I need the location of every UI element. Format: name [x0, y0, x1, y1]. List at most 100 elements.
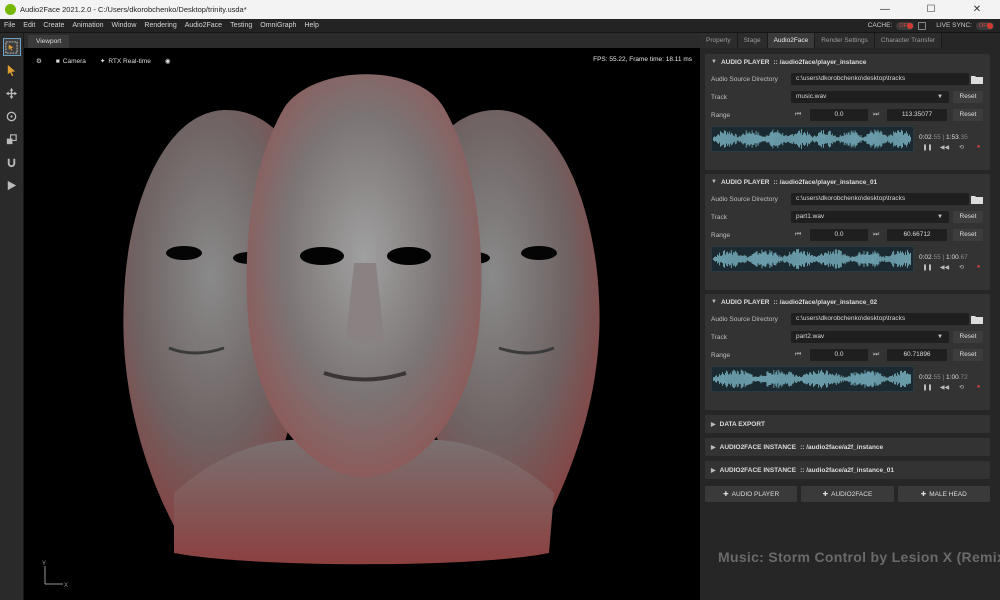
tool-move[interactable] [3, 84, 21, 102]
folder-icon[interactable] [971, 315, 983, 324]
source-dir-field[interactable]: c:\users\dkorobchenko\desktop\tracks [791, 73, 969, 85]
range-label: Range [711, 111, 731, 119]
time-readout: 0:02.55 | 1:00.67 [919, 254, 968, 261]
range-start-field[interactable]: 0.0 [810, 229, 868, 241]
folder-icon[interactable] [971, 75, 983, 84]
fps-readout: FPS: 55.22, Frame time: 18.11 ms [593, 56, 692, 63]
range-end-field[interactable]: 113.35077 [887, 109, 947, 121]
menu-audio2face[interactable]: Audio2Face [181, 22, 226, 29]
add-audio2face-button[interactable]: ✚ AUDIO2FACE [801, 486, 894, 502]
menu-window[interactable]: Window [108, 22, 141, 29]
tab-character-transfer[interactable]: Character Transfer [874, 33, 943, 48]
tab-render-settings[interactable]: Render Settings [815, 33, 875, 48]
range-end-field[interactable]: 60.71896 [887, 349, 947, 361]
track-select[interactable]: music.wav ▼ [791, 91, 949, 103]
range-reset-button[interactable]: Reset [953, 109, 983, 121]
rewind-button[interactable]: ◀◀ [936, 382, 953, 392]
range-start-icon[interactable]: ⏮ [795, 111, 801, 119]
rewind-button[interactable]: ◀◀ [936, 262, 953, 272]
camera-button[interactable]: ■ Camera [52, 55, 90, 67]
music-credit: Music: Storm Control by Lesion X (Remix) [718, 549, 1000, 565]
magnet-icon [7, 158, 16, 167]
range-reset-button[interactable]: Reset [953, 229, 983, 241]
track-reset-button[interactable]: Reset [953, 91, 983, 103]
minimize-button[interactable]: — [862, 0, 908, 19]
track-select[interactable]: part2.wav ▼ [791, 331, 949, 343]
axis-x-label: X [64, 583, 68, 589]
render-mode-label: RTX Real-time [108, 57, 151, 65]
loop-button[interactable]: ⟲ [953, 142, 970, 152]
play-icon [7, 180, 17, 190]
audio-player-header[interactable]: ▼ AUDIO PLAYER :: /audio2face/player_ins… [705, 174, 990, 190]
track-select[interactable]: part1.wav ▼ [791, 211, 949, 223]
live-sync-toggle[interactable]: OFF [976, 21, 994, 30]
add-male-head-button[interactable]: ✚ MALE HEAD [897, 486, 990, 502]
range-start-field[interactable]: 0.0 [810, 109, 868, 121]
close-button[interactable]: ✕ [954, 0, 1000, 19]
tab-viewport[interactable]: Viewport [28, 35, 70, 48]
menu-edit[interactable]: Edit [19, 22, 39, 29]
audio-player-section: ▼ AUDIO PLAYER :: /audio2face/player_ins… [705, 294, 990, 410]
record-button[interactable]: ● [970, 262, 987, 272]
tool-rotate[interactable] [3, 107, 21, 125]
track-reset-button[interactable]: Reset [953, 331, 983, 343]
a2f-instance-01-header[interactable]: ▶ AUDIO2FACE INSTANCE :: /audio2face/a2f… [705, 461, 990, 479]
tool-select[interactable] [3, 61, 21, 79]
range-end-icon[interactable]: ⏭ [873, 231, 879, 239]
audio-player-header[interactable]: ▼ AUDIO PLAYER :: /audio2face/player_ins… [705, 294, 990, 310]
tool-play[interactable] [3, 176, 21, 194]
tool-select-mode[interactable] [2, 38, 21, 56]
record-button[interactable]: ● [970, 382, 987, 392]
menu-testing[interactable]: Testing [226, 22, 256, 29]
pause-button[interactable]: ❚❚ [919, 142, 936, 152]
dropdown-caret-icon: ▼ [937, 94, 943, 100]
range-end-field[interactable]: 60.66712 [887, 229, 947, 241]
maximize-button[interactable]: ☐ [908, 0, 954, 19]
viewport[interactable]: ⚙ ■ Camera ✦ RTX Real-time ◉ FPS: 55.22, F… [24, 48, 700, 600]
tab-audio2face[interactable]: Audio2Face [767, 33, 816, 48]
waveform-display[interactable] [711, 366, 914, 392]
section-title: AUDIO PLAYER [720, 298, 770, 306]
range-start-icon[interactable]: ⏮ [795, 351, 801, 359]
folder-icon[interactable] [971, 195, 983, 204]
tool-snap[interactable] [3, 153, 21, 171]
data-export-header[interactable]: ▶ DATA EXPORT [705, 415, 990, 433]
menu-animation[interactable]: Animation [68, 22, 107, 29]
range-end-icon[interactable]: ⏭ [873, 111, 879, 119]
waveform-display[interactable] [711, 246, 914, 272]
track-value: part2.wav [796, 333, 825, 340]
menu-rendering[interactable]: Rendering [140, 22, 180, 29]
viewport-settings-button[interactable]: ⚙ [32, 55, 46, 67]
tab-property[interactable]: Property [700, 33, 738, 48]
tool-scale[interactable] [3, 130, 21, 148]
source-dir-field[interactable]: c:\users\dkorobchenko\desktop\tracks [791, 193, 969, 205]
menu-file[interactable]: File [0, 22, 19, 29]
range-start-icon[interactable]: ⏮ [795, 231, 801, 239]
tab-stage[interactable]: Stage [737, 33, 768, 48]
cache-checkbox[interactable] [918, 21, 927, 30]
audio-player-header[interactable]: ▼ AUDIO PLAYER :: /audio2face/player_ins… [705, 54, 990, 70]
rewind-button[interactable]: ◀◀ [936, 142, 953, 152]
add-audio-player-button[interactable]: ✚ AUDIO PLAYER [705, 486, 798, 502]
arrow-cursor-icon [7, 64, 16, 76]
range-reset-button[interactable]: Reset [953, 349, 983, 361]
track-label: Track [711, 93, 728, 101]
loop-button[interactable]: ⟲ [953, 262, 970, 272]
visibility-button[interactable]: ◉ [161, 55, 175, 67]
range-end-icon[interactable]: ⏭ [873, 351, 879, 359]
track-reset-button[interactable]: Reset [953, 211, 983, 223]
record-button[interactable]: ● [970, 142, 987, 152]
cache-toggle[interactable]: OFF [896, 21, 915, 30]
waveform-display[interactable] [711, 126, 914, 152]
render-mode-button[interactable]: ✦ RTX Real-time [96, 55, 155, 67]
range-start-field[interactable]: 0.0 [810, 349, 868, 361]
loop-button[interactable]: ⟲ [953, 382, 970, 392]
pause-button[interactable]: ❚❚ [919, 382, 936, 392]
collapse-caret-icon: ▼ [711, 299, 717, 305]
menu-omnigraph[interactable]: OmniGraph [256, 22, 300, 29]
menu-help[interactable]: Help [300, 22, 322, 29]
source-dir-field[interactable]: c:\users\dkorobchenko\desktop\tracks [791, 313, 969, 325]
menu-create[interactable]: Create [39, 22, 68, 29]
pause-button[interactable]: ❚❚ [919, 262, 936, 272]
a2f-instance-header[interactable]: ▶ AUDIO2FACE INSTANCE :: /audio2face/a2f… [705, 438, 990, 456]
